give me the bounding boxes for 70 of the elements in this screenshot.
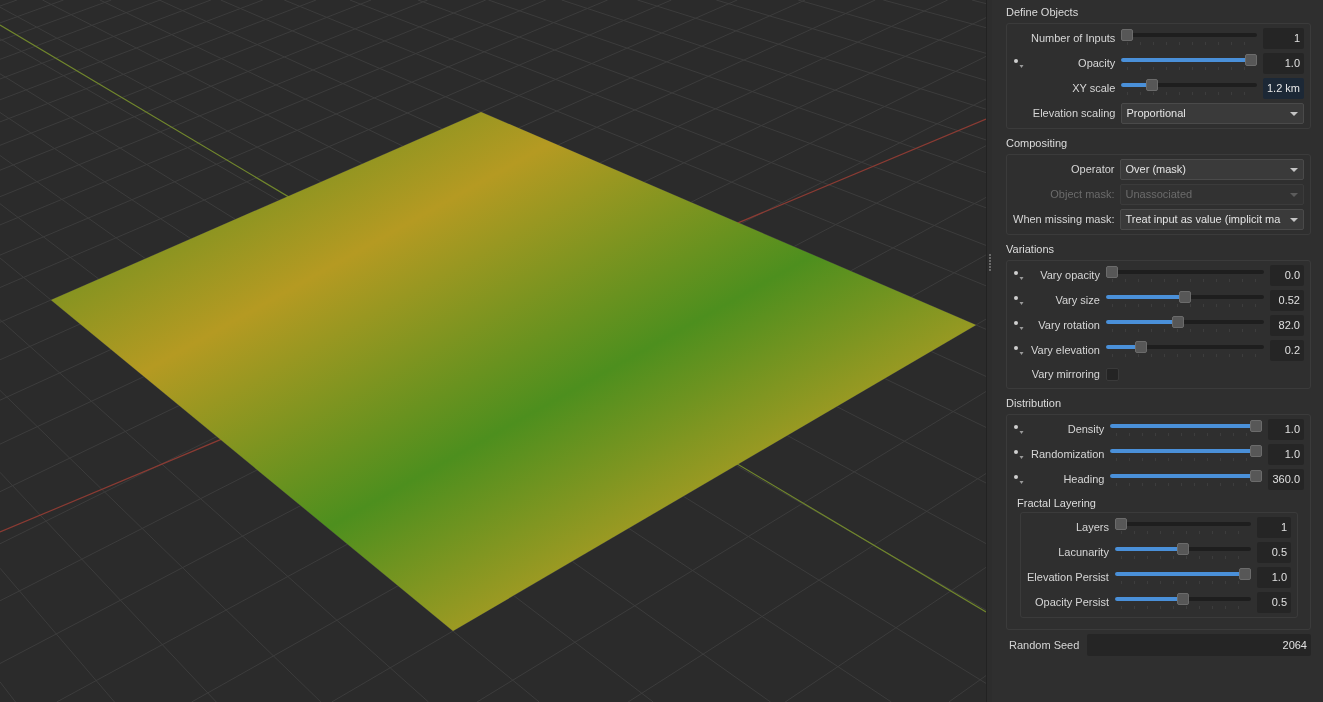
caret-icon xyxy=(1290,111,1298,116)
value-field[interactable]: 0.5 xyxy=(1257,542,1291,563)
value-field[interactable]: 1.0 xyxy=(1257,567,1291,588)
section-title: Compositing xyxy=(1006,136,1069,151)
slider-thumb[interactable] xyxy=(1178,290,1191,303)
value-field[interactable]: 0.52 xyxy=(1270,290,1304,311)
slider-thumb[interactable] xyxy=(1250,469,1263,482)
section-title: Variations xyxy=(1006,242,1056,257)
field-label: Random Seed xyxy=(1009,637,1080,653)
field-label: Vary mirroring xyxy=(1031,367,1100,383)
field-label: Object mask: xyxy=(1050,187,1115,203)
value-field[interactable]: 0.5 xyxy=(1257,592,1291,613)
dot-caret-icon[interactable] xyxy=(1014,450,1024,459)
field-label: Lacunarity xyxy=(1058,545,1109,561)
field-label: XY scale xyxy=(1072,81,1116,97)
caret-icon xyxy=(1290,167,1298,172)
dot-caret-icon[interactable] xyxy=(1014,346,1024,355)
dropdown[interactable]: Proportional xyxy=(1121,103,1304,124)
dot-caret-icon[interactable] xyxy=(1014,321,1024,330)
value-field[interactable]: 1 xyxy=(1257,517,1291,538)
value-field[interactable]: 1 xyxy=(1263,28,1304,49)
slider-thumb[interactable] xyxy=(1250,444,1263,457)
value-field[interactable]: 1.0 xyxy=(1263,53,1304,74)
dropdown[interactable]: Over (mask) xyxy=(1120,159,1304,180)
slider-thumb[interactable] xyxy=(1250,419,1263,432)
value-field[interactable]: 1.2 km xyxy=(1263,78,1304,99)
slider-thumb[interactable] xyxy=(1171,315,1184,328)
field-label: Layers xyxy=(1075,520,1109,536)
dot-caret-icon[interactable] xyxy=(1014,296,1024,305)
field-label: Vary opacity xyxy=(1040,268,1100,284)
field-label: Opacity xyxy=(1078,56,1116,72)
field-label: Opacity Persist xyxy=(1034,595,1109,611)
slider-thumb[interactable] xyxy=(1176,592,1189,605)
dot-caret-icon[interactable] xyxy=(1014,475,1024,484)
slider-thumb[interactable] xyxy=(1146,78,1159,91)
slider-thumb[interactable] xyxy=(1239,567,1251,580)
slider-thumb[interactable] xyxy=(1114,517,1127,530)
value-field[interactable]: 0.2 xyxy=(1270,340,1304,361)
slider-thumb[interactable] xyxy=(1135,340,1148,353)
slider-thumb[interactable] xyxy=(1121,28,1134,41)
subsection-title: Fractal Layering xyxy=(1017,496,1097,511)
dot-caret-icon[interactable] xyxy=(1014,59,1024,68)
value-field[interactable]: 0.0 xyxy=(1270,265,1304,286)
field-label: Operator xyxy=(1071,162,1115,178)
value-field[interactable]: 1.0 xyxy=(1268,419,1304,440)
slider-thumb[interactable] xyxy=(1245,53,1257,66)
section-title: Distribution xyxy=(1006,396,1063,411)
field-label: Vary elevation xyxy=(1031,343,1100,359)
field-label: Vary rotation xyxy=(1038,318,1100,334)
dropdown[interactable]: Treat input as value (implicit ma xyxy=(1120,209,1304,230)
slider-thumb[interactable] xyxy=(1105,265,1118,278)
field-label: Vary size xyxy=(1055,293,1100,309)
field-label: When missing mask: xyxy=(1013,212,1115,228)
field-label: Number of Inputs xyxy=(1031,31,1116,47)
field-label: Elevation Persist xyxy=(1027,570,1109,586)
section-title: Define Objects xyxy=(1006,5,1080,20)
field-label: Elevation scaling xyxy=(1032,106,1116,122)
caret-icon xyxy=(1290,192,1298,197)
value-field[interactable]: 1.0 xyxy=(1268,444,1304,465)
value-field[interactable]: 360.0 xyxy=(1268,469,1304,490)
dot-caret-icon[interactable] xyxy=(1014,271,1024,280)
field-label: Density xyxy=(1067,422,1105,438)
field-label: Heading xyxy=(1063,472,1105,488)
field-label: Randomization xyxy=(1031,447,1105,463)
slider-thumb[interactable] xyxy=(1176,542,1189,555)
dot-caret-icon[interactable] xyxy=(1014,425,1024,434)
number-field[interactable]: 2064 xyxy=(1087,634,1311,656)
value-field[interactable]: 82.0 xyxy=(1270,315,1304,336)
grip-icon[interactable] xyxy=(988,254,991,271)
caret-icon xyxy=(1290,217,1298,222)
